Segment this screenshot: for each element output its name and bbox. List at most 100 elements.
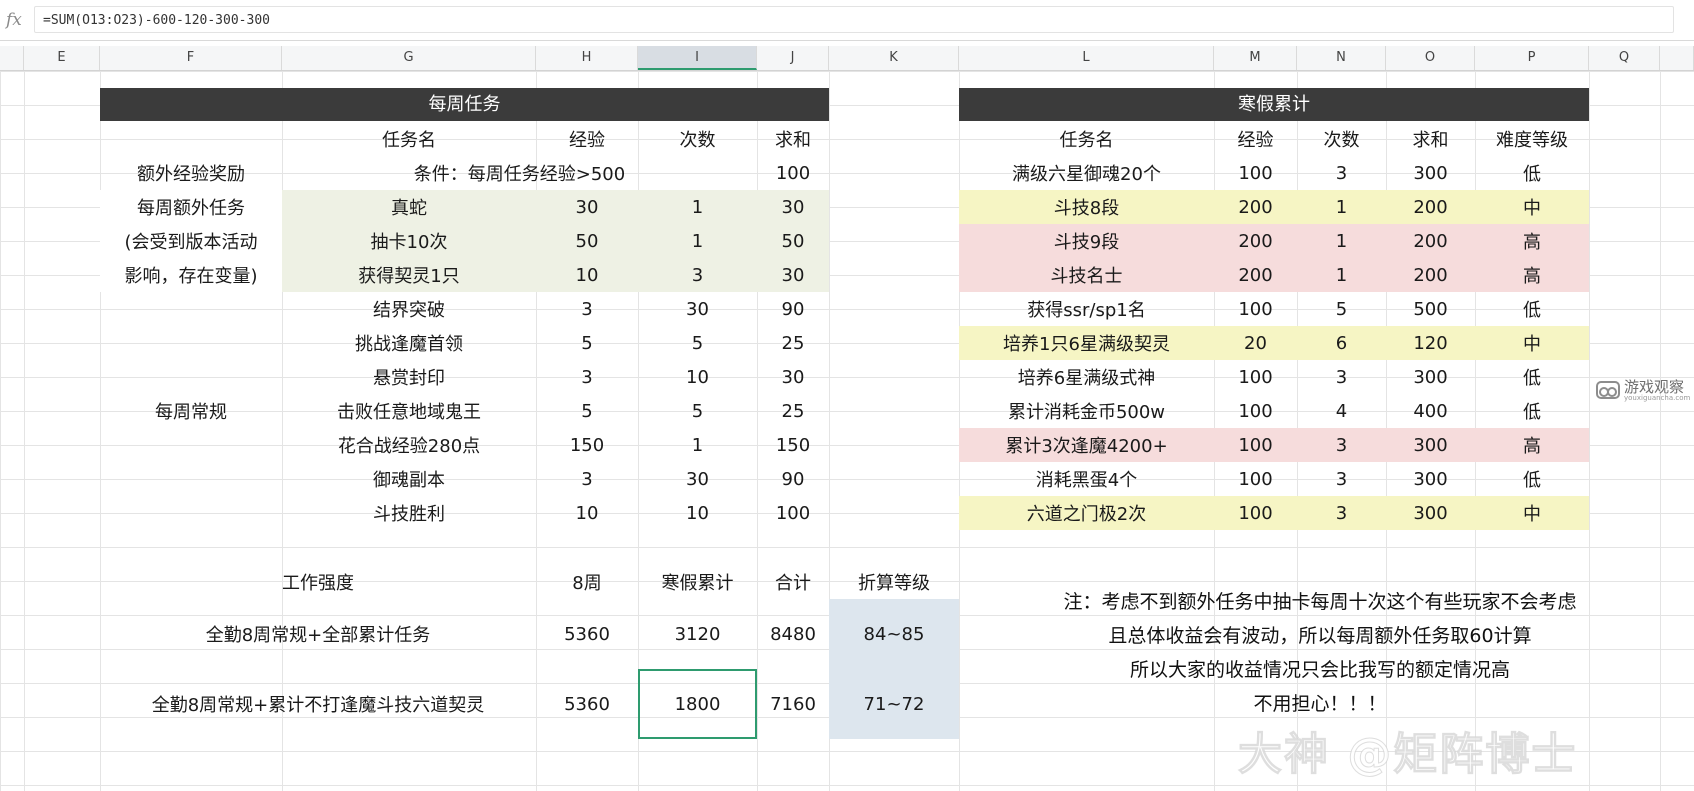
task-count[interactable]: 5: [638, 394, 757, 428]
task-name[interactable]: 累计消耗金币500w: [959, 394, 1214, 428]
summary-level[interactable]: 71~72: [829, 669, 959, 739]
task-count[interactable]: 3: [1297, 360, 1386, 394]
task-count[interactable]: 3: [1297, 496, 1386, 530]
task-level[interactable]: 中: [1475, 190, 1589, 224]
header-total[interactable]: 合计: [757, 565, 829, 599]
column-header-m[interactable]: M: [1214, 46, 1297, 70]
task-name[interactable]: 结界突破: [282, 292, 536, 326]
header-count[interactable]: 次数: [638, 122, 757, 156]
header-task-name[interactable]: 任务名: [959, 122, 1214, 156]
task-sum[interactable]: 300: [1386, 156, 1475, 190]
task-count[interactable]: 6: [1297, 326, 1386, 360]
task-count[interactable]: 1: [1297, 258, 1386, 292]
column-header-h[interactable]: H: [536, 46, 638, 70]
task-level[interactable]: 低: [1475, 462, 1589, 496]
column-header-i[interactable]: I: [638, 46, 757, 70]
task-sum[interactable]: 50: [757, 224, 829, 258]
task-name[interactable]: 斗技8段: [959, 190, 1214, 224]
winter-title-bar[interactable]: 寒假累计: [959, 88, 1589, 121]
weekly-title-bar[interactable]: 每周任务: [100, 88, 829, 121]
extra-label-line-3[interactable]: 影响，存在变量): [100, 258, 282, 292]
task-count[interactable]: 1: [1297, 190, 1386, 224]
task-exp[interactable]: 200: [1214, 190, 1297, 224]
header-workload[interactable]: 工作强度: [100, 565, 536, 599]
task-name[interactable]: 获得契灵1只: [282, 258, 536, 292]
task-exp[interactable]: 100: [1214, 292, 1297, 326]
task-name[interactable]: 斗技名士: [959, 258, 1214, 292]
bonus-condition[interactable]: 条件：每周任务经验>500: [282, 156, 757, 190]
task-sum[interactable]: 400: [1386, 394, 1475, 428]
task-name[interactable]: 满级六星御魂20个: [959, 156, 1214, 190]
task-sum[interactable]: 150: [757, 428, 829, 462]
summary-label[interactable]: 全勤8周常规+累计不打逢魔斗技六道契灵: [100, 669, 536, 739]
bonus-sum[interactable]: 100: [757, 156, 829, 190]
task-level[interactable]: 高: [1475, 224, 1589, 258]
extra-label-line-1[interactable]: 每周额外任务: [100, 190, 282, 224]
task-exp[interactable]: 5: [536, 394, 638, 428]
header-converted-level[interactable]: 折算等级: [829, 565, 959, 599]
task-count[interactable]: 1: [638, 224, 757, 258]
task-level[interactable]: 中: [1475, 326, 1589, 360]
task-name[interactable]: 挑战逢魔首领: [282, 326, 536, 360]
header-exp[interactable]: 经验: [1214, 122, 1297, 156]
task-sum[interactable]: 25: [757, 326, 829, 360]
column-header-f[interactable]: F: [100, 46, 282, 70]
task-name[interactable]: 御魂副本: [282, 462, 536, 496]
task-exp[interactable]: 100: [1214, 462, 1297, 496]
task-name[interactable]: 培养1只6星满级契灵: [959, 326, 1214, 360]
header-winter-total[interactable]: 寒假累计: [638, 565, 757, 599]
task-name[interactable]: 消耗黑蛋4个: [959, 462, 1214, 496]
formula-input[interactable]: =SUM(O13:O23)-600-120-300-300: [34, 6, 1674, 33]
task-name[interactable]: 获得ssr/sp1名: [959, 292, 1214, 326]
task-count[interactable]: 1: [1297, 224, 1386, 258]
column-header-p[interactable]: P: [1475, 46, 1589, 70]
header-count[interactable]: 次数: [1297, 122, 1386, 156]
task-count[interactable]: 5: [1297, 292, 1386, 326]
task-sum[interactable]: 300: [1386, 360, 1475, 394]
header-8-weeks[interactable]: 8周: [536, 565, 638, 599]
task-count[interactable]: 10: [638, 360, 757, 394]
column-header-o[interactable]: O: [1386, 46, 1475, 70]
task-sum[interactable]: 30: [757, 258, 829, 292]
bonus-label[interactable]: 额外经验奖励: [100, 156, 282, 190]
task-name[interactable]: 真蛇: [282, 190, 536, 224]
task-level[interactable]: 高: [1475, 428, 1589, 462]
header-task-name[interactable]: 任务名: [282, 122, 536, 156]
task-exp[interactable]: 100: [1214, 394, 1297, 428]
task-sum[interactable]: 200: [1386, 224, 1475, 258]
note-text[interactable]: 注：考虑不到额外任务中抽卡每周十次这个有些玩家不会考虑 且总体收益会有波动，所以…: [960, 585, 1680, 721]
fx-icon[interactable]: fx: [6, 10, 22, 30]
task-exp[interactable]: 50: [536, 224, 638, 258]
header-level[interactable]: 难度等级: [1475, 122, 1589, 156]
column-header-l[interactable]: L: [959, 46, 1214, 70]
task-level[interactable]: 高: [1475, 258, 1589, 292]
regular-label[interactable]: 每周常规: [100, 292, 282, 530]
task-exp[interactable]: 150: [536, 428, 638, 462]
task-name[interactable]: 击败任意地域鬼王: [282, 394, 536, 428]
summary-8-weeks[interactable]: 5360: [536, 669, 638, 739]
header-exp[interactable]: 经验: [536, 122, 638, 156]
task-sum[interactable]: 90: [757, 462, 829, 496]
task-count[interactable]: 5: [638, 326, 757, 360]
task-name[interactable]: 斗技9段: [959, 224, 1214, 258]
task-sum[interactable]: 300: [1386, 462, 1475, 496]
header-sum[interactable]: 求和: [1386, 122, 1475, 156]
task-exp[interactable]: 3: [536, 462, 638, 496]
task-count[interactable]: 30: [638, 292, 757, 326]
task-level[interactable]: 低: [1475, 360, 1589, 394]
task-level[interactable]: 低: [1475, 394, 1589, 428]
column-header-g[interactable]: G: [282, 46, 536, 70]
column-header-q[interactable]: Q: [1589, 46, 1660, 70]
corner-cell[interactable]: [0, 46, 24, 70]
task-sum[interactable]: 300: [1386, 428, 1475, 462]
task-exp[interactable]: 200: [1214, 224, 1297, 258]
task-exp[interactable]: 100: [1214, 156, 1297, 190]
selected-cell[interactable]: 1800: [638, 669, 757, 739]
summary-level[interactable]: 84~85: [829, 599, 959, 669]
summary-8-weeks[interactable]: 5360: [536, 599, 638, 669]
task-name[interactable]: 抽卡10次: [282, 224, 536, 258]
summary-label[interactable]: 全勤8周常规+全部累计任务: [100, 599, 536, 669]
task-name[interactable]: 斗技胜利: [282, 496, 536, 530]
summary-winter[interactable]: 3120: [638, 599, 757, 669]
task-exp[interactable]: 3: [536, 360, 638, 394]
